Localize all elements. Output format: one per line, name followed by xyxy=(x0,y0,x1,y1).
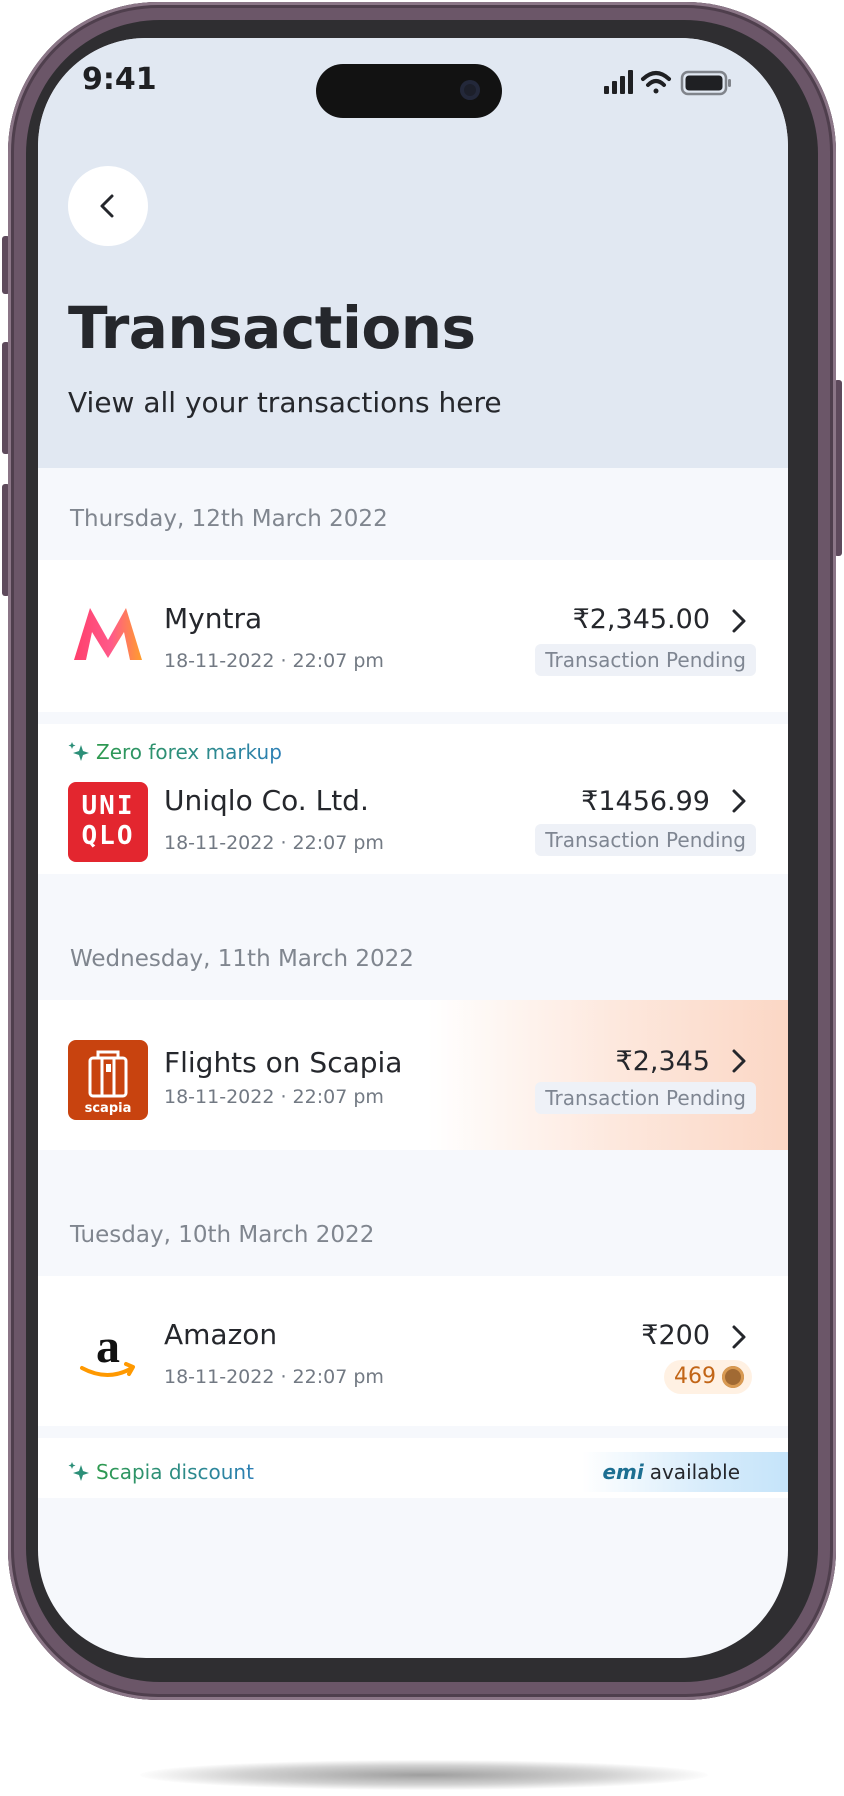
tag-text: Zero forex markup xyxy=(96,740,282,764)
transaction-item[interactable]: Myntra 18-11-2022 · 22:07 pm ₹2,345.00 T… xyxy=(38,560,788,712)
section-date: Wednesday, 11th March 2022 xyxy=(70,946,414,972)
transaction-datetime: 18-11-2022 · 22:07 pm xyxy=(164,1366,384,1388)
svg-text:a: a xyxy=(96,1320,120,1373)
status-badge: Transaction Pending xyxy=(535,644,756,676)
emi-text: available xyxy=(649,1460,740,1484)
merchant-name: Uniqlo Co. Ltd. xyxy=(164,784,369,817)
status-badge: Transaction Pending xyxy=(535,1082,756,1114)
transaction-amount: ₹2,345 xyxy=(615,1046,710,1077)
status-badge: Transaction Pending xyxy=(535,824,756,856)
transaction-datetime: 18-11-2022 · 22:07 pm xyxy=(164,1086,384,1108)
scapia-discount-tag: Scapia discount xyxy=(68,1460,254,1484)
sparkle-icon xyxy=(68,742,89,761)
chevron-right-icon xyxy=(732,789,746,813)
logo-text: scapia xyxy=(84,1101,132,1116)
merchant-name: Flights on Scapia xyxy=(164,1046,403,1079)
emi-label: emi xyxy=(602,1460,644,1484)
coin-icon xyxy=(722,1366,744,1388)
status-time: 9:41 xyxy=(82,62,157,97)
transaction-item[interactable]: Zero forex markup UNI QLO Uniqlo Co. Ltd… xyxy=(38,724,788,874)
back-button[interactable] xyxy=(68,166,148,246)
transaction-item[interactable]: scapia Flights on Scapia 18-11-2022 · 22… xyxy=(38,1000,788,1150)
transaction-datetime: 18-11-2022 · 22:07 pm xyxy=(164,832,384,854)
page-subtitle: View all your transactions here xyxy=(68,386,502,419)
section-date: Thursday, 12th March 2022 xyxy=(70,506,388,532)
wifi-icon xyxy=(641,71,671,94)
header: 9:41 Transactions View all your transact… xyxy=(38,38,788,468)
transaction-item[interactable]: a Amazon 18-11-2022 · 22:07 pm ₹200 469 xyxy=(38,1276,788,1426)
sparkle-icon xyxy=(68,1462,89,1481)
zero-forex-tag: Zero forex markup xyxy=(68,740,282,764)
page-title: Transactions xyxy=(68,294,476,362)
logo-text: UNI xyxy=(81,791,135,821)
signal-icon xyxy=(604,70,633,94)
scapia-logo: scapia xyxy=(68,1040,148,1120)
camera-icon xyxy=(460,80,480,100)
chevron-right-icon xyxy=(732,1325,746,1349)
amazon-logo: a xyxy=(80,1320,135,1377)
emi-available-badge: emi available xyxy=(582,1452,788,1492)
transaction-amount: ₹200 xyxy=(641,1320,710,1351)
section-date: Tuesday, 10th March 2022 xyxy=(70,1222,375,1248)
phone-shadow xyxy=(140,1760,708,1790)
dynamic-island xyxy=(316,64,502,118)
logo-text: QLO xyxy=(81,821,135,851)
uniqlo-logo: UNI QLO xyxy=(68,782,148,862)
coins-value: 469 xyxy=(674,1364,716,1389)
merchant-name: Myntra xyxy=(164,602,263,635)
chevron-left-icon xyxy=(100,194,114,218)
chevron-right-icon xyxy=(732,609,746,633)
transaction-item[interactable]: Scapia discount emi available xyxy=(38,1438,788,1498)
transaction-amount: ₹2,345.00 xyxy=(572,604,710,635)
phone-screen: 9:41 Transactions View all your transact… xyxy=(38,38,788,1658)
myntra-logo xyxy=(74,608,142,660)
status-icons xyxy=(604,70,731,96)
chevron-right-icon xyxy=(732,1049,746,1073)
tag-text: Scapia discount xyxy=(96,1460,254,1484)
battery-icon xyxy=(680,70,731,96)
transaction-amount: ₹1456.99 xyxy=(581,786,710,817)
transaction-datetime: 18-11-2022 · 22:07 pm xyxy=(164,650,384,672)
reward-coins-badge: 469 xyxy=(664,1360,752,1394)
merchant-name: Amazon xyxy=(164,1318,278,1351)
